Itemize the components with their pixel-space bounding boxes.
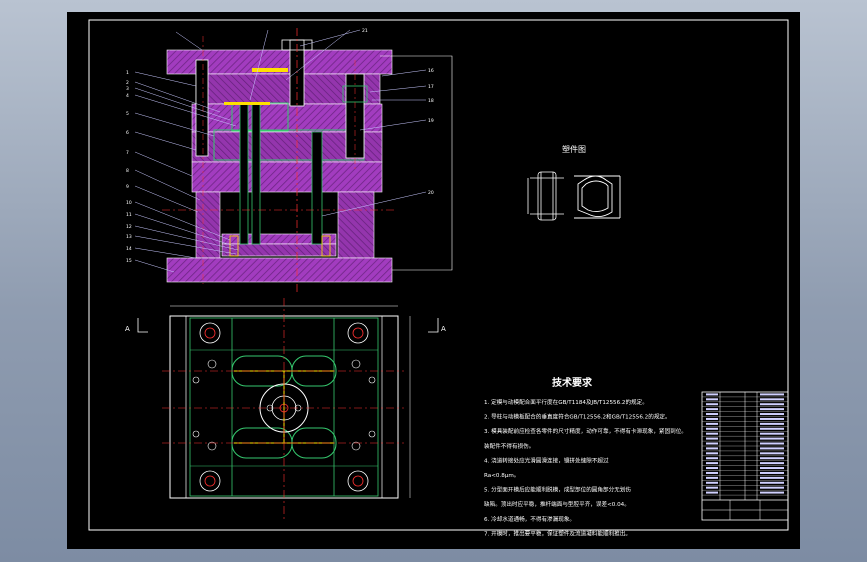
tech-req-item: 3. 模具装配前应检查各零件的尺寸精度，动作可靠，不得有卡滞现象，紧固到位。 [484,427,687,435]
balloon-left-3: 3 [126,86,129,92]
product-view-title: 塑件图 [562,144,586,154]
balloon-left-8: 8 [126,168,129,174]
balloon-left-2: 2 [126,80,129,86]
balloon-left-10: 10 [126,200,132,206]
balloon-right-16: 16 [428,68,434,74]
bottom-clamp-plate [166,257,393,283]
balloon-left-12: 12 [126,224,132,230]
tech-req-item: Ra<0.8μm。 [484,473,519,479]
tech-req-item: 装配件不得有损伤。 [484,442,534,450]
balloon-left-4: 4 [126,93,129,99]
balloon-left-15: 15 [126,258,132,264]
mold-assembly-drawing: 123456789101112131415 161718192021 A A 塑… [67,12,800,549]
balloon-right-19: 19 [428,118,434,124]
support-plate [191,161,383,193]
balloon-left-13: 13 [126,234,132,240]
balloon-left-1: 1 [126,70,129,76]
tech-req-title: 技术要求 [552,376,593,389]
balloon-left-7: 7 [126,150,129,156]
balloon-right-18: 18 [428,98,434,104]
balloon-left-11: 11 [126,212,132,218]
tech-req-item: 5. 分型面开模后应能顺利脱模，成型部位的圆角部分无划伤 [484,486,631,494]
cad-viewport: 1 2 3 4 5 6 7 8 9 10 11 12 13 14 15 16 17 18 19 20 21 [0,0,867,562]
ejector-plate [221,243,337,257]
balloon-left-5: 5 [126,111,129,117]
guide-pillar-left [195,59,209,157]
return-pin [311,131,323,245]
ejector-pin-left [239,103,249,245]
spacer-block-left [195,191,221,259]
tech-req-item: 1. 定模与动模配合面平行度在GB/T1184及JB/T12556.2的规定。 [484,398,648,406]
tech-req-item: 缺陷。顶出时应平稳，推杆端面与型腔平齐，误差<0.04。 [484,500,630,508]
section-mark-right: A [441,325,446,333]
balloon-right-17: 17 [428,84,434,90]
balloon-left-9: 9 [126,184,129,190]
tech-req-item: 2. 导柱与动模板配合的垂直度符合GB/T12556.2和GB/T12556.2… [484,413,671,421]
ejector-pin-mid [251,103,261,245]
spacer-block-right [337,191,375,259]
gate [224,102,270,105]
tech-req-item: 6. 冷却水道通畅，不得有渗漏现象。 [484,515,575,523]
section-mark-left: A [125,325,130,333]
balloon-right-20: 20 [428,190,434,196]
balloon-left-14: 14 [126,246,132,252]
balloon-left-6: 6 [126,130,129,136]
tech-req-item: 4. 浇道转接处应光滑圆滑连接，镶拼处缝隙不超过 [484,456,609,464]
tech-req-item: 7. 开模时，推出要平稳，保证塑件及流道凝料能顺利推出。 [484,529,631,537]
balloon-right-21: 21 [362,28,368,34]
